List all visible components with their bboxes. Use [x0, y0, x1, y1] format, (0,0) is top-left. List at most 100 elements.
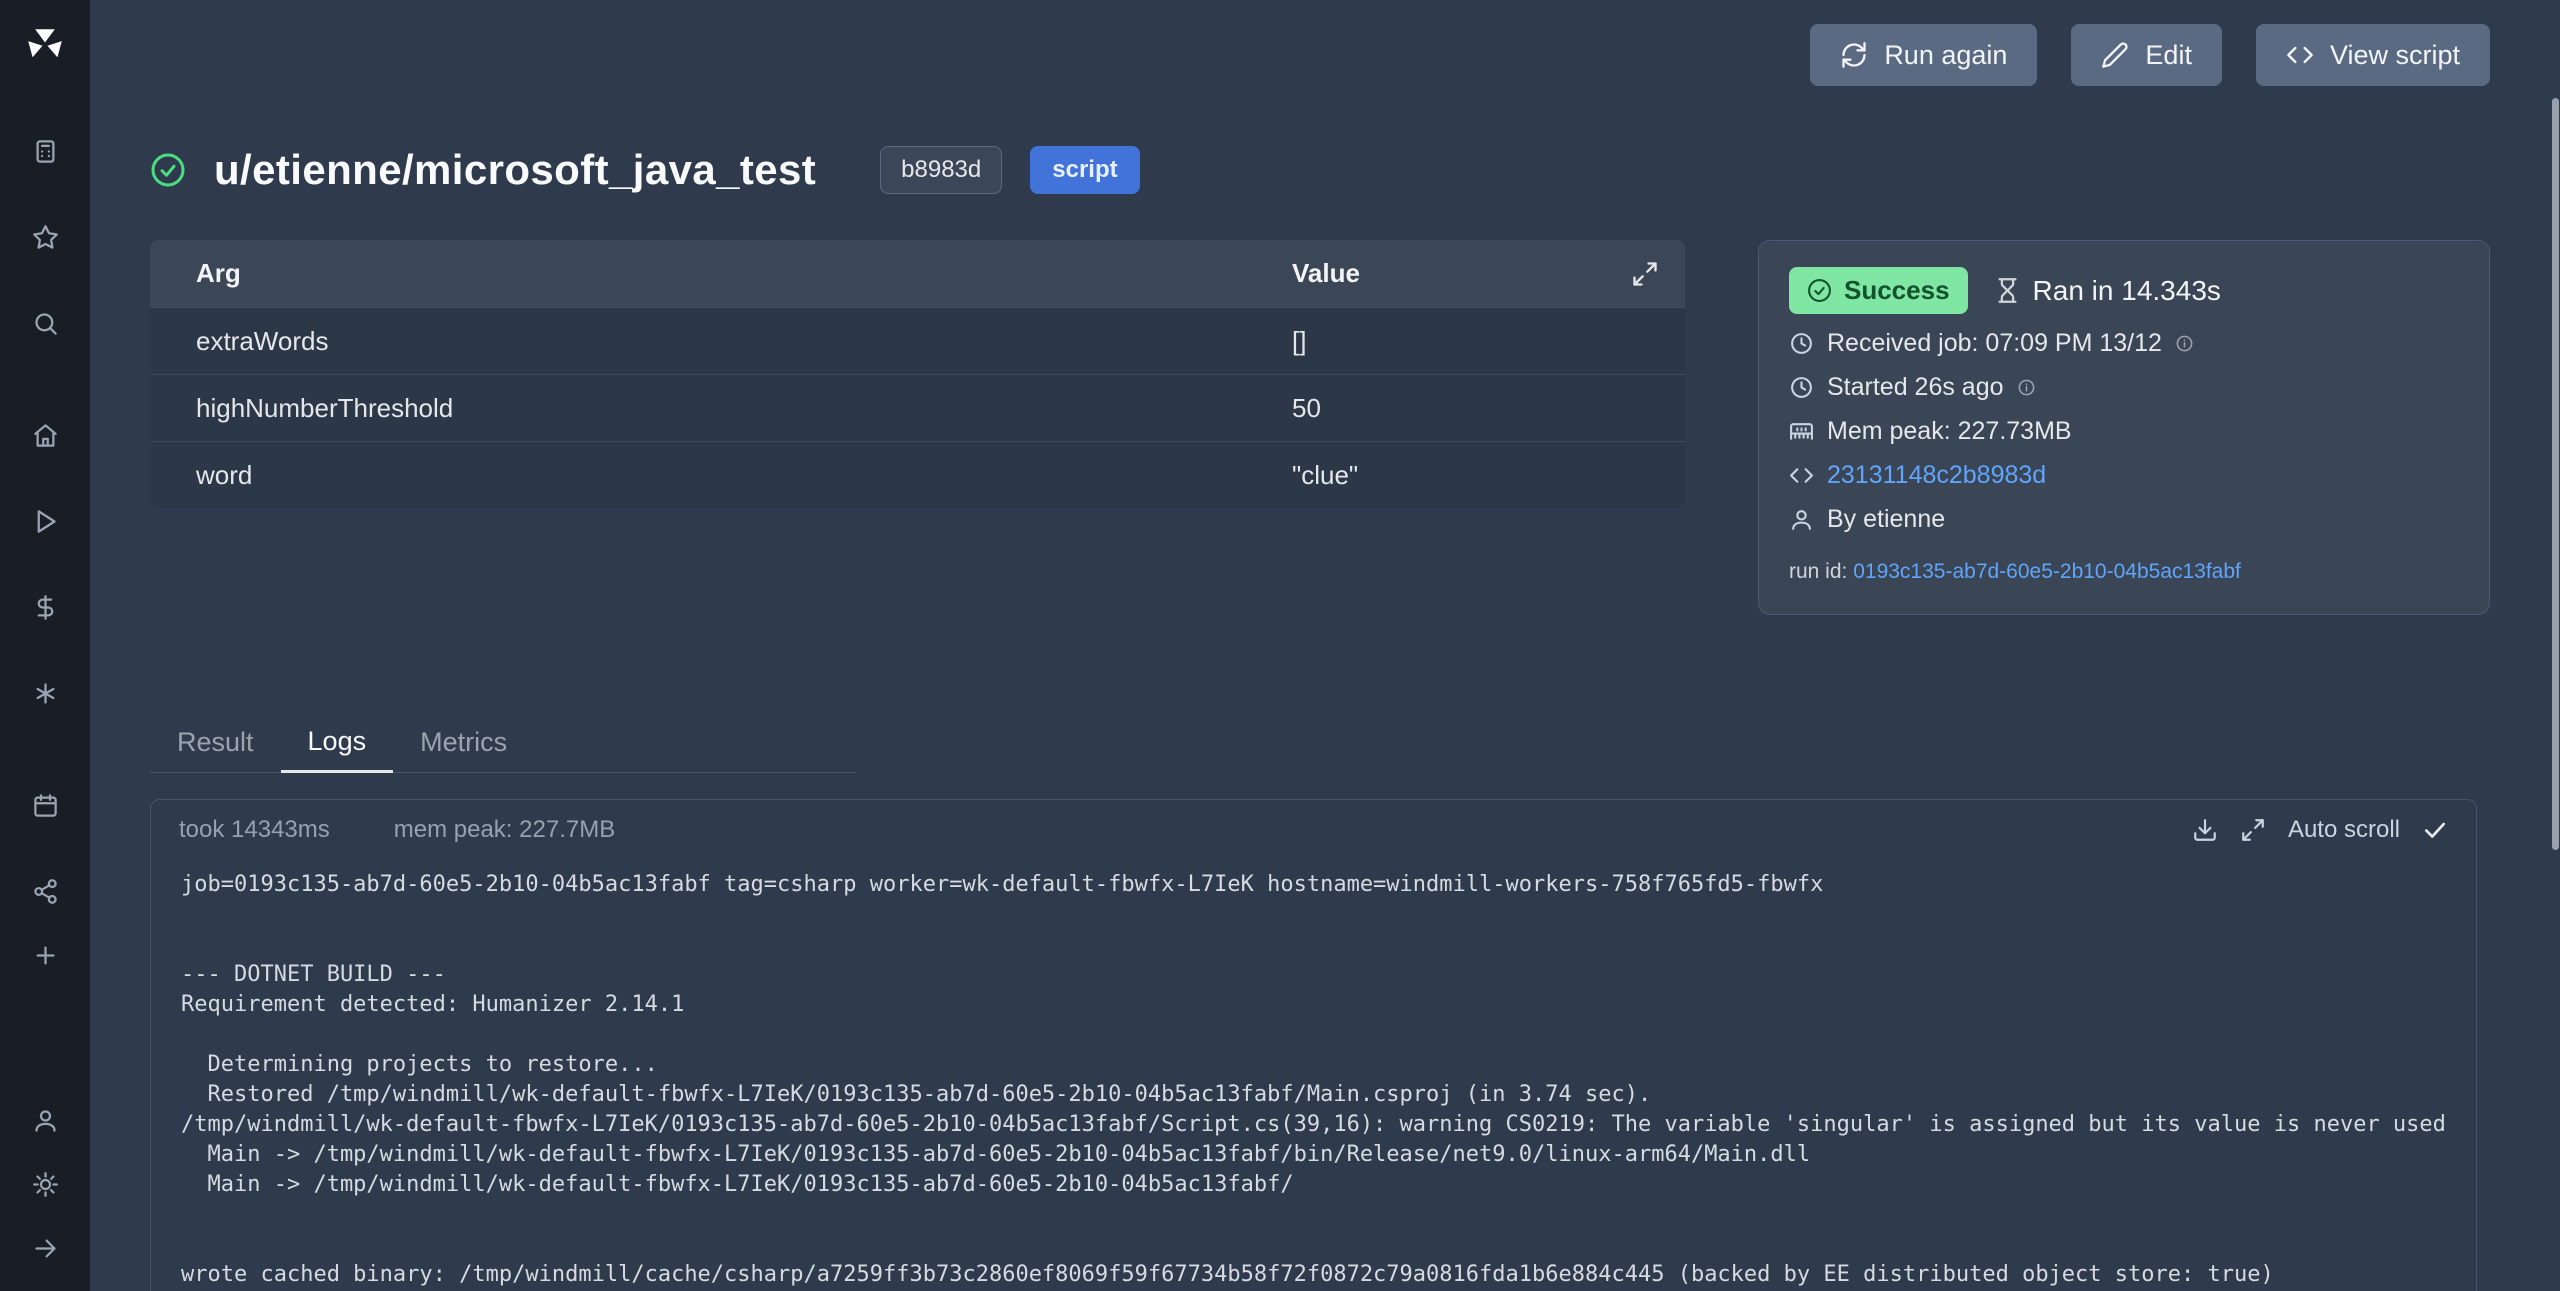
- windmill-logo[interactable]: [0, 0, 90, 90]
- sidebar-item-user[interactable]: [22, 1097, 68, 1143]
- code-icon: [1789, 463, 1814, 488]
- expand-args-button[interactable]: [1631, 260, 1659, 288]
- arg-name: extraWords: [150, 326, 1246, 357]
- col-header-arg: Arg: [150, 258, 1246, 289]
- pencil-icon: [2101, 41, 2129, 69]
- received-row: Received job: 07:09 PM 13/12: [1789, 329, 2459, 358]
- expand-log-icon[interactable]: [2240, 817, 2266, 843]
- run-id-row: run id: 0193c135-ab7d-60e5-2b10-04b5ac13…: [1789, 560, 2459, 584]
- run-id-label: run id:: [1789, 560, 1847, 583]
- started-row: Started 26s ago: [1789, 373, 2459, 402]
- status-summary-row: Success Ran in 14.343s: [1789, 267, 2459, 314]
- download-icon[interactable]: [2192, 817, 2218, 843]
- author-row: By etienne: [1789, 505, 2459, 534]
- memory-icon: [1789, 419, 1814, 444]
- auto-scroll-label: Auto scroll: [2288, 816, 2400, 844]
- nodes-icon: [32, 878, 59, 905]
- mem-peak-label: Mem peak: 227.73MB: [1827, 417, 2072, 446]
- arg-value: []: [1246, 326, 1685, 357]
- received-label: Received job: 07:09 PM 13/12: [1827, 329, 2162, 358]
- dollar-icon: [32, 594, 59, 621]
- script-hash-link[interactable]: 23131148c2b8983d: [1827, 461, 2046, 490]
- tab-logs[interactable]: Logs: [281, 715, 394, 773]
- action-toolbar: Run again Edit View script: [150, 0, 2490, 86]
- log-mem-peak: mem peak: 227.7MB: [394, 816, 615, 844]
- home-icon: [32, 422, 59, 449]
- edit-button[interactable]: Edit: [2071, 24, 2222, 86]
- sidebar-item-search[interactable]: [22, 300, 68, 346]
- sidebar-item-settings[interactable]: [22, 1161, 68, 1207]
- hourglass-icon: [1994, 277, 2021, 304]
- user-icon: [1789, 507, 1814, 532]
- auto-scroll-checkbox[interactable]: [2422, 817, 2448, 843]
- view-script-label: View script: [2330, 40, 2460, 71]
- page-title: u/etienne/microsoft_java_test: [214, 146, 816, 194]
- table-row[interactable]: word "clue": [150, 441, 1685, 508]
- tab-result[interactable]: Result: [150, 715, 281, 772]
- sidebar-item-resources[interactable]: [22, 670, 68, 716]
- duration-text: Ran in 14.343s: [1994, 275, 2221, 307]
- sidebar-item-workspace[interactable]: [22, 128, 68, 174]
- author-label: By etienne: [1827, 505, 1945, 534]
- sidebar-item-favorites[interactable]: [22, 214, 68, 260]
- duration-label: Ran in 14.343s: [2033, 275, 2221, 307]
- edit-label: Edit: [2145, 40, 2192, 71]
- arrow-right-icon: [32, 1235, 59, 1262]
- log-panel-header: took 14343ms mem peak: 227.7MB Auto scro…: [151, 800, 2476, 852]
- started-label: Started 26s ago: [1827, 373, 2004, 402]
- sidebar-item-home[interactable]: [22, 412, 68, 458]
- info-icon[interactable]: [2175, 334, 2194, 353]
- gear-icon: [32, 1171, 59, 1198]
- content-row: Arg Value extraWords [] highNumberThresh…: [150, 240, 2490, 615]
- args-table-header: Arg Value: [150, 240, 1685, 307]
- page-scrollbar[interactable]: [2552, 98, 2559, 850]
- run-id-link[interactable]: 0193c135-ab7d-60e5-2b10-04b5ac13fabf: [1853, 560, 2241, 583]
- script-type-badge[interactable]: script: [1030, 146, 1139, 194]
- tab-metrics[interactable]: Metrics: [393, 715, 534, 772]
- sidebar-bottom-group: [22, 1097, 68, 1271]
- log-output[interactable]: job=0193c135-ab7d-60e5-2b10-04b5ac13fabf…: [151, 852, 2476, 1291]
- sidebar-item-schedules[interactable]: [22, 782, 68, 828]
- clock-icon: [1789, 331, 1814, 356]
- workspace-icon: [32, 138, 59, 165]
- clock-icon: [1789, 375, 1814, 400]
- refresh-icon: [1840, 41, 1868, 69]
- sidebar: [0, 0, 90, 1291]
- sidebar-item-triggers[interactable]: [22, 868, 68, 914]
- calendar-icon: [32, 792, 59, 819]
- main-content: Run again Edit View script u/etienne/mic…: [90, 0, 2560, 1291]
- user-icon: [32, 1107, 59, 1134]
- sidebar-item-add[interactable]: [22, 932, 68, 978]
- view-script-button[interactable]: View script: [2256, 24, 2490, 86]
- detail-tabs: Result Logs Metrics: [150, 715, 856, 773]
- windmill-logo-icon: [24, 24, 66, 66]
- sidebar-item-runs[interactable]: [22, 498, 68, 544]
- play-icon: [32, 508, 59, 535]
- table-row[interactable]: extraWords []: [150, 307, 1685, 374]
- search-icon: [32, 310, 59, 337]
- col-header-value: Value: [1246, 258, 1685, 289]
- plus-icon: [32, 942, 59, 969]
- star-icon: [32, 224, 59, 251]
- title-row: u/etienne/microsoft_java_test b8983d scr…: [150, 146, 2490, 194]
- log-toolbar: Auto scroll: [2192, 816, 2448, 844]
- mem-peak-row: Mem peak: 227.73MB: [1789, 417, 2459, 446]
- arg-value: 50: [1246, 393, 1685, 424]
- check-circle-icon: [1807, 278, 1832, 303]
- sidebar-item-logout[interactable]: [22, 1225, 68, 1271]
- status-badge: Success: [1789, 267, 1968, 314]
- log-took: took 14343ms: [179, 816, 330, 844]
- log-panel: took 14343ms mem peak: 227.7MB Auto scro…: [150, 799, 2477, 1291]
- script-hash-row: 23131148c2b8983d: [1789, 461, 2459, 490]
- run-again-label: Run again: [1884, 40, 2007, 71]
- arg-value: "clue": [1246, 460, 1685, 491]
- table-row[interactable]: highNumberThreshold 50: [150, 374, 1685, 441]
- arg-name: highNumberThreshold: [150, 393, 1246, 424]
- run-again-button[interactable]: Run again: [1810, 24, 2037, 86]
- info-icon[interactable]: [2017, 378, 2036, 397]
- sidebar-item-variables[interactable]: [22, 584, 68, 630]
- args-table: Arg Value extraWords [] highNumberThresh…: [150, 240, 1685, 508]
- resources-icon: [32, 680, 59, 707]
- status-badge-label: Success: [1844, 275, 1950, 306]
- success-check-icon: [150, 152, 186, 188]
